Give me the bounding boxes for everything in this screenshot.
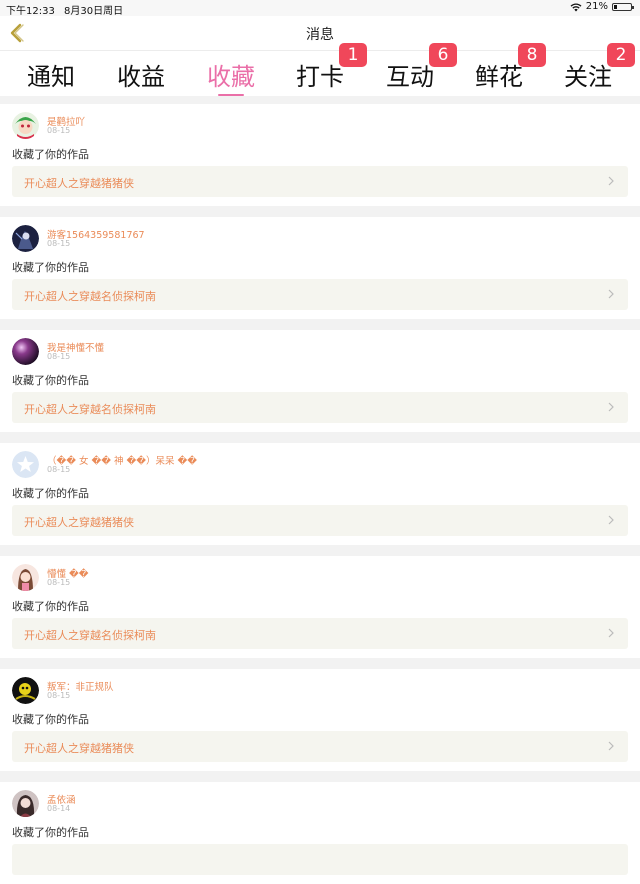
work-title: 开心超人之穿越名侦探柯南: [24, 629, 156, 642]
list-item: 孟依涵 08-14 收藏了你的作品: [0, 782, 640, 884]
item-date: 08-14: [47, 804, 71, 813]
tab-follows[interactable]: 关注 2: [553, 43, 635, 92]
tab-label: 打卡: [296, 63, 344, 91]
action-text: 收藏了你的作品: [12, 487, 89, 500]
tab-label: 鲜花: [475, 63, 523, 91]
item-date: 08-15: [47, 691, 71, 700]
wifi-icon: [570, 2, 582, 11]
tab-badge: 2: [607, 43, 635, 67]
avatar-icon[interactable]: [12, 677, 39, 704]
action-text: 收藏了你的作品: [12, 374, 89, 387]
action-text: 收藏了你的作品: [12, 261, 89, 274]
chevron-right-icon: [608, 402, 614, 412]
list-item: 叛军：非正规队 08-15 收藏了你的作品 开心超人之穿越猪猪侠: [0, 669, 640, 771]
avatar-icon[interactable]: [12, 112, 39, 139]
work-title: 开心超人之穿越名侦探柯南: [24, 290, 156, 303]
avatar-icon[interactable]: [12, 790, 39, 817]
work-title: 开心超人之穿越名侦探柯南: [24, 403, 156, 416]
chevron-right-icon: [608, 741, 614, 751]
work-link[interactable]: 开心超人之穿越猪猪侠: [12, 505, 628, 536]
tab-label: 通知: [27, 63, 75, 91]
tab-flowers[interactable]: 鲜花 8: [464, 43, 546, 92]
chevron-right-icon: [608, 515, 614, 525]
list-item: 是鹳拉吖 08-15 收藏了你的作品 开心超人之穿越猪猪侠: [0, 104, 640, 206]
battery-percent: 21%: [585, 1, 608, 12]
item-date: 08-15: [47, 126, 71, 135]
tab-badge: 1: [339, 43, 367, 67]
work-link[interactable]: 开心超人之穿越名侦探柯南: [12, 392, 628, 423]
work-link[interactable]: 开心超人之穿越名侦探柯南: [12, 279, 628, 310]
avatar-icon[interactable]: [12, 225, 39, 252]
action-text: 收藏了你的作品: [12, 713, 89, 726]
tab-badge: 8: [518, 43, 546, 67]
work-link[interactable]: 开心超人之穿越猪猪侠: [12, 731, 628, 762]
list-item: 我是神懂不懂 08-15 收藏了你的作品 开心超人之穿越名侦探柯南: [0, 330, 640, 432]
tab-label: 收藏: [207, 63, 255, 91]
work-title: 开心超人之穿越猪猪侠: [24, 742, 134, 755]
work-link[interactable]: 开心超人之穿越名侦探柯南: [12, 618, 628, 649]
tab-label: 互动: [386, 63, 434, 91]
page-title: 消息: [306, 27, 334, 43]
tab-bar: 通知 收益 收藏 打卡 1 互动 6 鲜花 8 关注 2: [0, 43, 640, 96]
active-tab-indicator: [218, 94, 244, 96]
tab-badge: 6: [429, 43, 457, 67]
list-item: 懵懂 �� 08-15 收藏了你的作品 开心超人之穿越名侦探柯南: [0, 556, 640, 658]
item-date: 08-15: [47, 239, 71, 248]
tab-checkin[interactable]: 打卡 1: [285, 43, 367, 92]
battery-icon: [612, 2, 634, 11]
list-item: （�� 女 �� 神 ��）呆呆 �� 08-15 收藏了你的作品 开心超人之穿…: [0, 443, 640, 545]
status-bar: 下午12:33 8月30日周日 21%: [0, 0, 640, 17]
chevron-right-icon: [608, 628, 614, 638]
chevron-right-icon: [608, 289, 614, 299]
tab-interactions[interactable]: 互动 6: [375, 43, 457, 92]
item-date: 08-15: [47, 465, 71, 474]
avatar-icon[interactable]: [12, 338, 39, 365]
tab-label: 收益: [117, 63, 165, 91]
chevron-right-icon: [608, 176, 614, 186]
tab-earnings[interactable]: 收益: [106, 57, 176, 92]
list-item: 游客1564359581767 08-15 收藏了你的作品 开心超人之穿越名侦探…: [0, 217, 640, 319]
work-link[interactable]: [12, 844, 628, 875]
item-date: 08-15: [47, 578, 71, 587]
work-link[interactable]: 开心超人之穿越猪猪侠: [12, 166, 628, 197]
avatar-icon[interactable]: [12, 564, 39, 591]
work-title: 开心超人之穿越猪猪侠: [24, 177, 134, 190]
action-text: 收藏了你的作品: [12, 826, 89, 839]
item-date: 08-15: [47, 352, 71, 361]
tab-notifications[interactable]: 通知: [16, 57, 86, 92]
work-title: 开心超人之穿越猪猪侠: [24, 516, 134, 529]
action-text: 收藏了你的作品: [12, 148, 89, 161]
tab-favorites[interactable]: 收藏: [196, 57, 266, 96]
tab-label: 关注: [564, 63, 612, 91]
action-text: 收藏了你的作品: [12, 600, 89, 613]
avatar-icon[interactable]: [12, 451, 39, 478]
battery-level-fill: [614, 4, 617, 9]
